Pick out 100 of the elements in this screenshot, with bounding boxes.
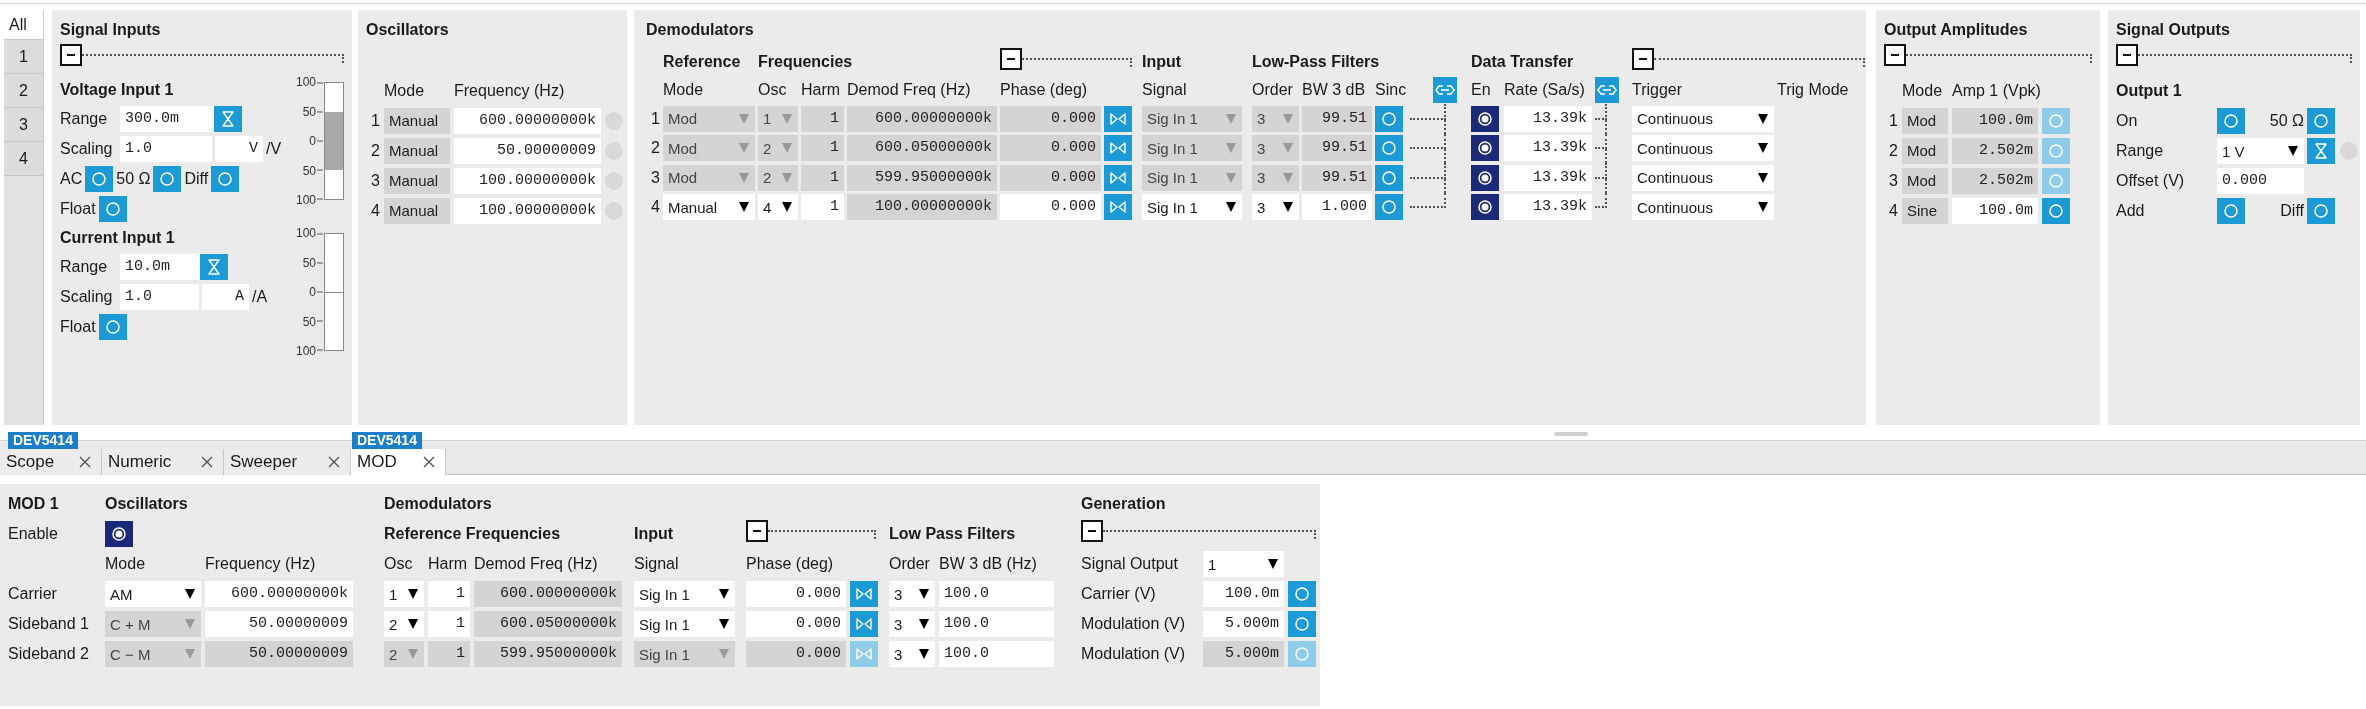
dropdown[interactable]: 1: [384, 581, 424, 607]
input-field[interactable]: 100.0m: [1203, 581, 1284, 607]
collapse-button[interactable]: [1632, 48, 1654, 70]
toggle-button[interactable]: [1375, 105, 1403, 132]
phase-button[interactable]: [1104, 105, 1132, 132]
toggle-button[interactable]: [2307, 108, 2335, 134]
collapse-button[interactable]: [1884, 44, 1906, 66]
toggle-button[interactable]: [1471, 135, 1499, 162]
dropdown[interactable]: Continuous: [1632, 164, 1774, 191]
resize-handle[interactable]: [1554, 432, 1588, 436]
input-field[interactable]: 50.00000009: [205, 611, 353, 637]
collapse-button[interactable]: [1000, 48, 1022, 70]
toggle-button[interactable]: [1375, 194, 1403, 221]
side-tab[interactable]: 4: [4, 142, 43, 176]
input-field[interactable]: 1: [801, 194, 844, 221]
dropdown[interactable]: 1 V: [2217, 138, 2304, 164]
toggle-button[interactable]: [1471, 194, 1499, 221]
toggle-button[interactable]: [98, 314, 127, 340]
dropdown[interactable]: AM: [105, 581, 201, 607]
input-field[interactable]: 0.000: [746, 611, 846, 637]
input-field[interactable]: 5.000m: [1203, 611, 1284, 637]
input-field[interactable]: 100.0: [939, 641, 1054, 667]
tab[interactable]: Sweeper: [224, 449, 351, 475]
toggle-button[interactable]: [211, 166, 240, 192]
input-field[interactable]: 0.000: [2217, 168, 2304, 194]
tab[interactable]: MOD: [351, 449, 446, 475]
input-field[interactable]: 13.39k: [1504, 164, 1592, 191]
tab[interactable]: Scope: [0, 449, 102, 475]
toggle-button[interactable]: [153, 166, 182, 192]
dropdown[interactable]: Sig In 1: [1142, 194, 1242, 221]
phase-button[interactable]: [850, 581, 878, 607]
dropdown[interactable]: 3: [889, 641, 935, 667]
dropdown[interactable]: 4: [758, 194, 798, 221]
toggle-button[interactable]: [85, 166, 114, 192]
input-field[interactable]: 1.0: [120, 136, 212, 162]
dropdown[interactable]: 1: [1203, 551, 1284, 577]
phase-button[interactable]: [1104, 194, 1132, 221]
input-field[interactable]: 100.0: [939, 611, 1054, 637]
input-field[interactable]: 600.00000000k: [454, 108, 601, 134]
side-tab[interactable]: All: [4, 10, 43, 40]
toggle-button[interactable]: [1288, 581, 1316, 607]
side-tab[interactable]: 2: [4, 74, 43, 108]
dropdown[interactable]: Continuous: [1632, 105, 1774, 132]
field-label: Scaling: [60, 139, 114, 159]
caret-icon: [781, 112, 793, 125]
input-field[interactable]: 1.000: [1302, 194, 1372, 221]
tab[interactable]: Numeric: [102, 449, 224, 475]
phase-button[interactable]: [1104, 164, 1132, 191]
input-field[interactable]: 1: [428, 581, 470, 607]
dropdown[interactable]: 2: [384, 611, 424, 637]
input-field[interactable]: 13.39k: [1504, 135, 1592, 162]
toggle-button[interactable]: [1375, 164, 1403, 191]
toggle-button[interactable]: [1471, 164, 1499, 191]
collapse-button[interactable]: [60, 44, 82, 66]
link-button[interactable]: [1433, 77, 1457, 103]
dropdown[interactable]: Sig In 1: [634, 611, 735, 637]
input-field[interactable]: 100.0: [939, 581, 1054, 607]
toggle-button[interactable]: [105, 521, 133, 547]
input-field[interactable]: 13.39k: [1504, 105, 1592, 132]
input-field[interactable]: 100.00000000k: [454, 198, 601, 224]
input-field[interactable]: A: [202, 284, 249, 310]
range-button[interactable]: [214, 106, 242, 132]
toggle-button[interactable]: [98, 196, 127, 222]
link-button[interactable]: [1595, 77, 1619, 103]
dropdown[interactable]: Sig In 1: [634, 581, 735, 607]
dropdown[interactable]: 3: [889, 581, 935, 607]
input-field[interactable]: 1.0: [120, 284, 199, 310]
input-field[interactable]: 10.0m: [120, 254, 200, 280]
toggle-button[interactable]: [1471, 105, 1499, 132]
side-tab[interactable]: 3: [4, 108, 43, 142]
side-tab[interactable]: 1: [4, 40, 43, 74]
input-field[interactable]: 100.00000000k: [454, 168, 601, 194]
input-field[interactable]: 100.0m: [1952, 198, 2038, 224]
toggle-button[interactable]: [1375, 135, 1403, 162]
input-field[interactable]: 50.00000009: [454, 138, 601, 164]
dropdown[interactable]: Continuous: [1632, 135, 1774, 162]
input-field[interactable]: 1: [428, 611, 470, 637]
collapse-button[interactable]: [1081, 520, 1103, 542]
input-field[interactable]: V: [215, 136, 263, 162]
input-field[interactable]: 0.000: [746, 581, 846, 607]
input-field[interactable]: 13.39k: [1504, 194, 1592, 221]
input-field[interactable]: 600.00000000k: [205, 581, 353, 607]
dropdown[interactable]: Manual: [663, 194, 755, 221]
input-field[interactable]: 0.000: [1000, 194, 1101, 221]
phase-button[interactable]: [1104, 135, 1132, 162]
group-header: Low-Pass Filters: [1252, 52, 1381, 72]
input-field[interactable]: 300.0m: [120, 106, 214, 132]
collapse-button[interactable]: [746, 520, 768, 542]
toggle-button[interactable]: [2042, 198, 2070, 224]
range-button[interactable]: [200, 254, 228, 280]
toggle-button[interactable]: [1288, 611, 1316, 637]
phase-button[interactable]: [850, 611, 878, 637]
toggle-button[interactable]: [2307, 198, 2335, 224]
range-button[interactable]: [2307, 138, 2335, 164]
dropdown[interactable]: 3: [1252, 194, 1299, 221]
collapse-button[interactable]: [2116, 44, 2138, 66]
dropdown[interactable]: 3: [889, 611, 935, 637]
toggle-button[interactable]: [2217, 108, 2245, 134]
dropdown[interactable]: Continuous: [1632, 194, 1774, 221]
toggle-button[interactable]: [2217, 198, 2245, 224]
